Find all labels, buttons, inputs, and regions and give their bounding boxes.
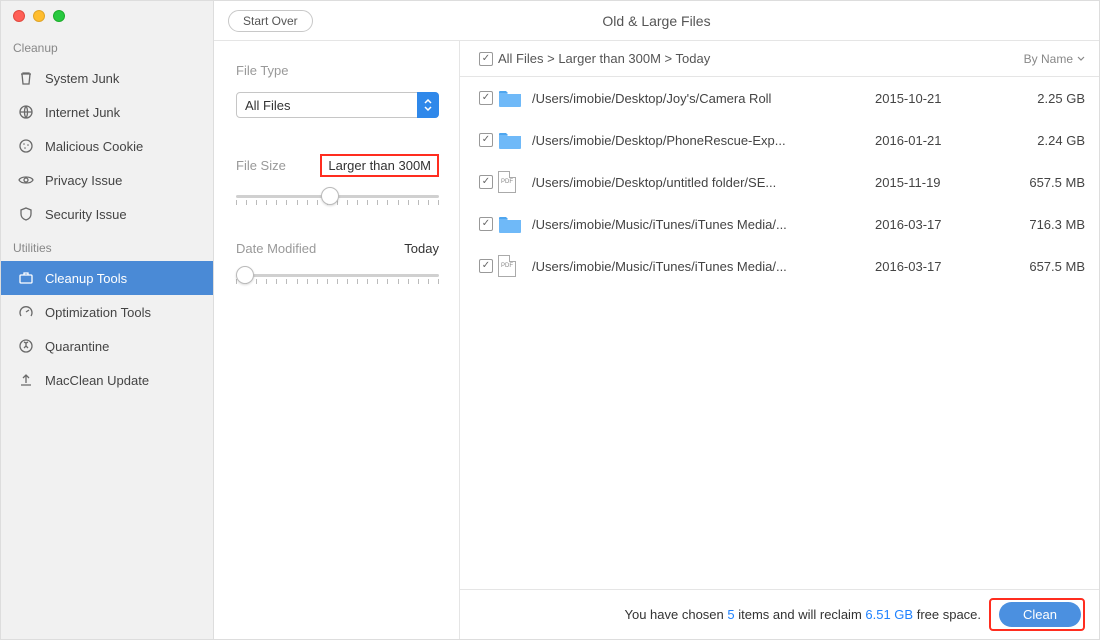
select-all-checkbox[interactable]: ✓: [479, 52, 493, 66]
sidebar-item-quarantine[interactable]: Quarantine: [1, 329, 213, 363]
close-window-button[interactable]: [13, 10, 25, 22]
chevron-down-icon: [1077, 56, 1085, 62]
folder-icon: [498, 214, 532, 234]
shield-icon: [17, 205, 35, 223]
file-size: 657.5 MB: [995, 259, 1085, 274]
filter-file-size-label: File Size: [236, 158, 286, 173]
chevron-updown-icon: [417, 92, 439, 118]
filter-panel: File Type All Files File Size Larger tha…: [214, 41, 460, 639]
sort-menu[interactable]: By Name: [1024, 52, 1085, 66]
folder-icon: [498, 130, 532, 150]
top-bar: Start Over Old & Large Files: [214, 1, 1099, 41]
date-modified-slider[interactable]: [236, 274, 439, 284]
file-date: 2016-01-21: [875, 133, 995, 148]
filter-date-modified-label: Date Modified: [236, 241, 316, 256]
eye-icon: [17, 171, 35, 189]
page-title: Old & Large Files: [602, 13, 710, 29]
filter-file-type-label: File Type: [236, 63, 289, 78]
filter-date-modified-value: Today: [404, 241, 439, 256]
upload-icon: [17, 371, 35, 389]
pdf-file-icon: PDF: [498, 171, 532, 193]
globe-icon: [17, 103, 35, 121]
sidebar-item-optimization-tools[interactable]: Optimization Tools: [1, 295, 213, 329]
sidebar-item-label: Malicious Cookie: [45, 139, 143, 154]
table-row[interactable]: ✓ /Users/imobie/Music/iTunes/iTunes Media…: [460, 203, 1099, 245]
table-row[interactable]: ✓ PDF/Users/imobie/Music/iTunes/iTunes Me…: [460, 245, 1099, 287]
file-type-select[interactable]: All Files: [236, 92, 439, 118]
minimize-window-button[interactable]: [33, 10, 45, 22]
window-controls: [1, 1, 213, 31]
sidebar-item-label: Quarantine: [45, 339, 109, 354]
cookie-icon: [17, 137, 35, 155]
slider-thumb[interactable]: [236, 266, 254, 284]
sidebar-item-system-junk[interactable]: System Junk: [1, 61, 213, 95]
sidebar-section-label: Cleanup: [1, 31, 213, 61]
main-panel: Start Over Old & Large Files File Type A…: [214, 1, 1099, 639]
clean-button[interactable]: Clean: [999, 602, 1081, 627]
footer-reclaim-size: 6.51 GB: [865, 607, 913, 622]
trash-icon: [17, 69, 35, 87]
pdf-file-icon: PDF: [498, 255, 532, 277]
sidebar-item-label: Cleanup Tools: [45, 271, 127, 286]
file-rows: ✓ /Users/imobie/Desktop/Joy's/Camera Roll…: [460, 77, 1099, 589]
table-row[interactable]: ✓ /Users/imobie/Desktop/Joy's/Camera Roll…: [460, 77, 1099, 119]
row-checkbox[interactable]: ✓: [479, 217, 493, 231]
quarantine-icon: [17, 337, 35, 355]
file-size: 2.25 GB: [995, 91, 1085, 106]
footer-summary: You have chosen 5 items and will reclaim…: [625, 607, 982, 622]
file-date: 2016-03-17: [875, 217, 995, 232]
content-area: File Type All Files File Size Larger tha…: [214, 41, 1099, 639]
footer-count: 5: [727, 607, 734, 622]
sidebar-item-privacy-issue[interactable]: Privacy Issue: [1, 163, 213, 197]
row-checkbox[interactable]: ✓: [479, 133, 493, 147]
sidebar-item-label: System Junk: [45, 71, 119, 86]
filter-file-size-value: Larger than 300M: [320, 154, 439, 177]
table-row[interactable]: ✓ PDF/Users/imobie/Desktop/untitled folde…: [460, 161, 1099, 203]
sidebar-item-security-issue[interactable]: Security Issue: [1, 197, 213, 231]
file-path: /Users/imobie/Desktop/untitled folder/SE…: [532, 175, 875, 190]
row-checkbox[interactable]: ✓: [479, 91, 493, 105]
file-path: /Users/imobie/Music/iTunes/iTunes Media/…: [532, 217, 875, 232]
zoom-window-button[interactable]: [53, 10, 65, 22]
sidebar-item-internet-junk[interactable]: Internet Junk: [1, 95, 213, 129]
gauge-icon: [17, 303, 35, 321]
sidebar-item-label: Optimization Tools: [45, 305, 151, 320]
sidebar-item-label: Internet Junk: [45, 105, 120, 120]
breadcrumb: All Files > Larger than 300M > Today: [498, 51, 1024, 66]
start-over-button[interactable]: Start Over: [228, 10, 313, 32]
file-date: 2015-10-21: [875, 91, 995, 106]
sidebar: Cleanup System Junk Internet Junk Malicious…: [1, 1, 214, 639]
sidebar-item-label: Privacy Issue: [45, 173, 122, 188]
file-type-select-value: All Files: [245, 98, 291, 113]
file-path: /Users/imobie/Music/iTunes/iTunes Media/…: [532, 259, 875, 274]
sidebar-item-cleanup-tools[interactable]: Cleanup Tools: [1, 261, 213, 295]
table-row[interactable]: ✓ /Users/imobie/Desktop/PhoneRescue-Exp..…: [460, 119, 1099, 161]
list-header: ✓ All Files > Larger than 300M > Today B…: [460, 41, 1099, 77]
folder-icon: [498, 88, 532, 108]
file-path: /Users/imobie/Desktop/Joy's/Camera Roll: [532, 91, 875, 106]
file-size: 657.5 MB: [995, 175, 1085, 190]
sort-menu-label: By Name: [1024, 52, 1073, 66]
file-date: 2015-11-19: [875, 175, 995, 190]
footer-bar: You have chosen 5 items and will reclaim…: [460, 589, 1099, 639]
briefcase-icon: [17, 269, 35, 287]
sidebar-item-macclean-update[interactable]: MacClean Update: [1, 363, 213, 397]
file-size: 2.24 GB: [995, 133, 1085, 148]
sidebar-section-label: Utilities: [1, 231, 213, 261]
file-path: /Users/imobie/Desktop/PhoneRescue-Exp...: [532, 133, 875, 148]
clean-highlight: Clean: [989, 598, 1085, 631]
file-size-slider[interactable]: [236, 195, 439, 205]
sidebar-item-label: Security Issue: [45, 207, 127, 222]
filter-date-modified: Date Modified Today: [236, 241, 439, 284]
row-checkbox[interactable]: ✓: [479, 175, 493, 189]
sidebar-item-malicious-cookie[interactable]: Malicious Cookie: [1, 129, 213, 163]
filter-file-size: File Size Larger than 300M: [236, 154, 439, 205]
file-list-panel: ✓ All Files > Larger than 300M > Today B…: [460, 41, 1099, 639]
sidebar-item-label: MacClean Update: [45, 373, 149, 388]
filter-file-type: File Type All Files: [236, 63, 439, 118]
file-date: 2016-03-17: [875, 259, 995, 274]
row-checkbox[interactable]: ✓: [479, 259, 493, 273]
file-size: 716.3 MB: [995, 217, 1085, 232]
